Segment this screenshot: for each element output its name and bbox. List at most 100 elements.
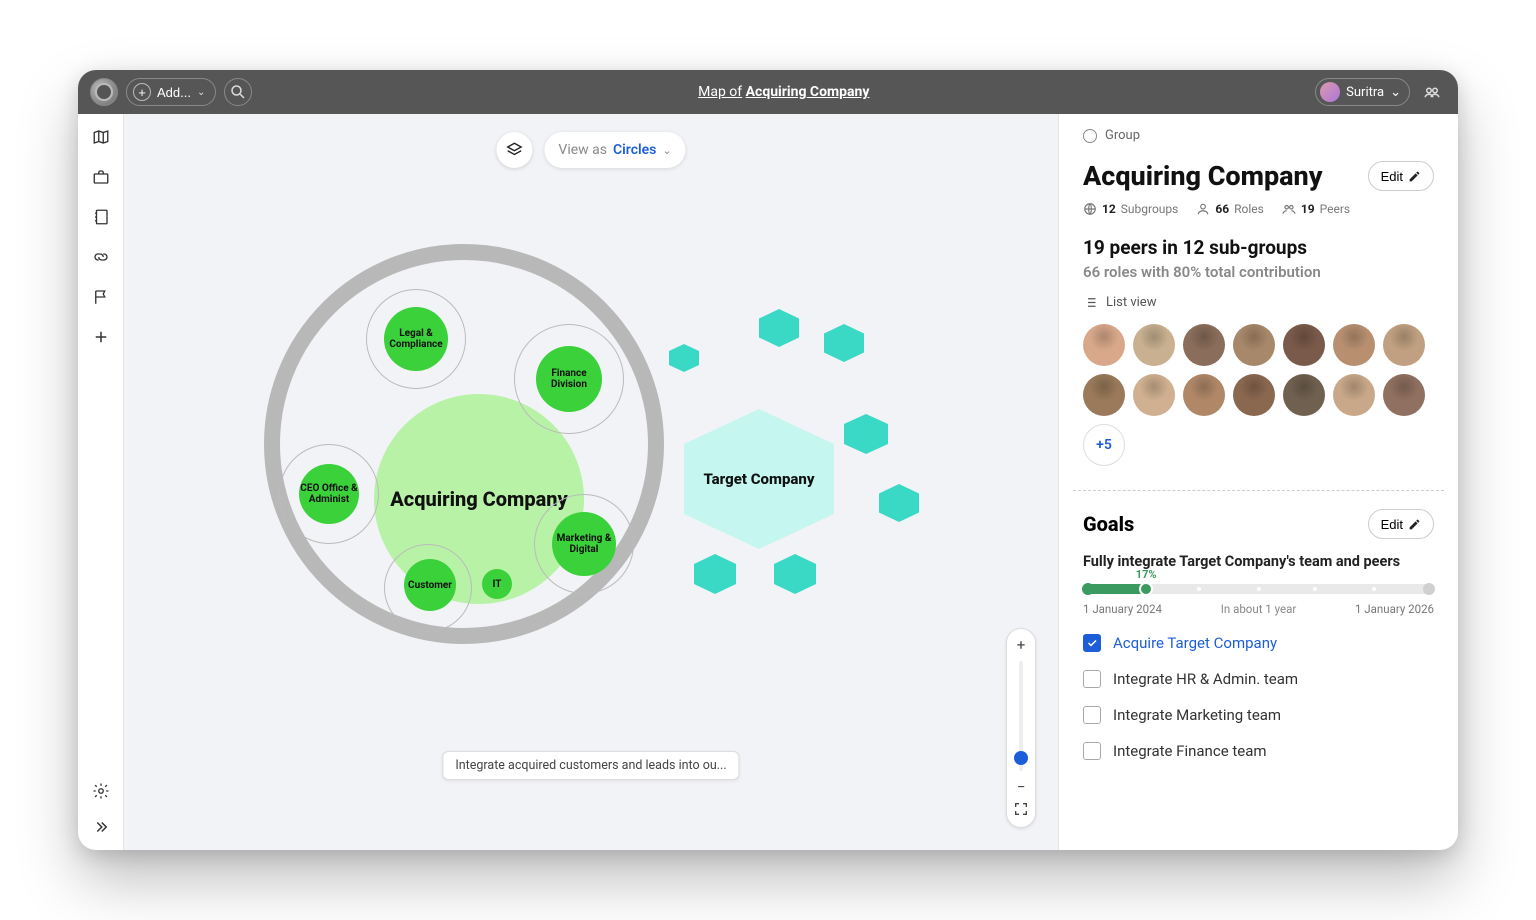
goal-task[interactable]: Integrate HR & Admin. team [1083, 670, 1434, 688]
node-marketing[interactable]: Marketing & Digital [552, 512, 616, 576]
zoom-control: + − [1006, 628, 1036, 828]
node-ceo[interactable]: CEO Office & Administ [299, 464, 359, 524]
search-button[interactable] [224, 78, 252, 106]
progress-start-cap [1082, 583, 1094, 595]
peer-avatar[interactable] [1283, 374, 1325, 416]
task-label: Integrate Finance team [1113, 742, 1267, 760]
edit-group-button[interactable]: Edit [1368, 161, 1434, 191]
nav-briefcase[interactable] [88, 164, 114, 190]
node-target-sub[interactable] [759, 309, 799, 347]
checkbox-icon[interactable] [1083, 706, 1101, 724]
checkbox-icon[interactable] [1083, 742, 1101, 760]
peer-avatar[interactable] [1133, 324, 1175, 366]
zoom-in-button[interactable]: + [1011, 635, 1031, 655]
fullscreen-icon [1013, 801, 1029, 817]
peer-avatar[interactable] [1233, 374, 1275, 416]
nav-notebook[interactable] [88, 204, 114, 230]
node-target-sub[interactable] [879, 484, 919, 522]
pencil-icon [1408, 170, 1421, 183]
peer-avatar[interactable] [1083, 324, 1125, 366]
add-button-label: Add... [157, 85, 191, 100]
peer-avatars: +5 [1083, 324, 1434, 466]
link-icon [92, 248, 110, 266]
peer-avatar[interactable] [1283, 324, 1325, 366]
node-target-sub[interactable] [694, 554, 736, 594]
peers-heading: 19 peers in 12 sub-groups [1083, 236, 1434, 259]
list-view-toggle[interactable]: List view [1083, 295, 1434, 310]
pencil-icon [1408, 518, 1421, 531]
map-canvas[interactable]: View as Circles ⌄ Acquiring Company Lega… [124, 114, 1058, 850]
nav-map[interactable] [88, 124, 114, 150]
app-logo[interactable] [90, 78, 118, 106]
app-header: + Add... ⌄ Map of Acquiring Company Suri… [78, 70, 1458, 114]
user-avatar [1320, 82, 1340, 102]
edit-goals-button[interactable]: Edit [1368, 509, 1434, 539]
progress-mid-label: In about 1 year [1221, 602, 1297, 616]
plus-icon [92, 328, 110, 346]
peer-avatar[interactable] [1383, 324, 1425, 366]
meta-roles: 66Roles [1196, 202, 1264, 216]
node-target-company[interactable]: Target Company [684, 409, 834, 549]
list-icon [1083, 295, 1098, 310]
nav-link[interactable] [88, 244, 114, 270]
checkbox-icon[interactable] [1083, 634, 1101, 652]
more-peers-button[interactable]: +5 [1083, 424, 1125, 466]
search-icon [229, 83, 247, 101]
circle-icon [1083, 129, 1097, 143]
panel-title: Acquiring Company [1083, 161, 1323, 192]
peer-avatar[interactable] [1333, 374, 1375, 416]
progress-thumb[interactable] [1139, 582, 1153, 596]
goal-task[interactable]: Acquire Target Company [1083, 634, 1434, 652]
zoom-fit-button[interactable] [1013, 801, 1029, 821]
zoom-thumb[interactable] [1014, 751, 1028, 765]
zoom-slider[interactable] [1019, 661, 1023, 771]
node-it[interactable]: IT [482, 569, 512, 599]
user-menu[interactable]: Suritra ⌄ [1315, 78, 1410, 106]
nav-settings[interactable] [88, 778, 114, 804]
zoom-out-button[interactable]: − [1011, 777, 1031, 797]
user-name: Suritra [1346, 85, 1384, 100]
briefcase-icon [92, 168, 110, 186]
nav-flag[interactable] [88, 284, 114, 310]
node-target-sub[interactable] [844, 414, 888, 454]
goal-progress[interactable]: 17% 1 January 2024 In about 1 year 1 Jan… [1083, 584, 1434, 616]
meta-stats: 12Subgroups 66Roles 19Peers [1083, 202, 1434, 216]
people-icon [1423, 83, 1441, 101]
meta-subgroups: 12Subgroups [1083, 202, 1178, 216]
notebook-icon [92, 208, 110, 226]
globe-icon [1083, 202, 1097, 216]
peer-avatar[interactable] [1133, 374, 1175, 416]
peer-avatar[interactable] [1183, 374, 1225, 416]
checkbox-icon[interactable] [1083, 670, 1101, 688]
goal-task[interactable]: Integrate Finance team [1083, 742, 1434, 760]
peer-avatar[interactable] [1333, 324, 1375, 366]
peer-avatar[interactable] [1233, 324, 1275, 366]
details-panel: Group Acquiring Company Edit 12Subgroups [1058, 114, 1458, 850]
hover-tooltip: Integrate acquired customers and leads i… [442, 751, 739, 780]
people-icon [1282, 202, 1296, 216]
peer-avatar[interactable] [1083, 374, 1125, 416]
progress-end-label: 1 January 2026 [1355, 602, 1434, 616]
node-target-sub[interactable] [824, 324, 864, 362]
peer-avatar[interactable] [1183, 324, 1225, 366]
task-label: Integrate HR & Admin. team [1113, 670, 1298, 688]
progress-end-cap [1423, 583, 1435, 595]
share-button[interactable] [1418, 78, 1446, 106]
add-button[interactable]: + Add... ⌄ [126, 78, 216, 106]
node-legal[interactable]: Legal & Compliance [384, 307, 448, 371]
node-finance[interactable]: Finance Division [536, 346, 602, 412]
task-label: Integrate Marketing team [1113, 706, 1281, 724]
breadcrumb[interactable]: Group [1083, 128, 1434, 143]
goal-task[interactable]: Integrate Marketing team [1083, 706, 1434, 724]
nav-add[interactable] [88, 324, 114, 350]
node-customer[interactable]: Customer [404, 559, 456, 611]
task-label: Acquire Target Company [1113, 634, 1277, 652]
node-target-sub[interactable] [669, 344, 699, 372]
peer-avatar[interactable] [1383, 374, 1425, 416]
node-target-sub[interactable] [774, 554, 816, 594]
nav-collapse[interactable] [88, 814, 114, 840]
section-divider [1073, 490, 1444, 491]
header-title[interactable]: Map of Acquiring Company [260, 84, 1307, 100]
goals-heading: Goals [1083, 512, 1134, 536]
gear-icon [92, 782, 110, 800]
